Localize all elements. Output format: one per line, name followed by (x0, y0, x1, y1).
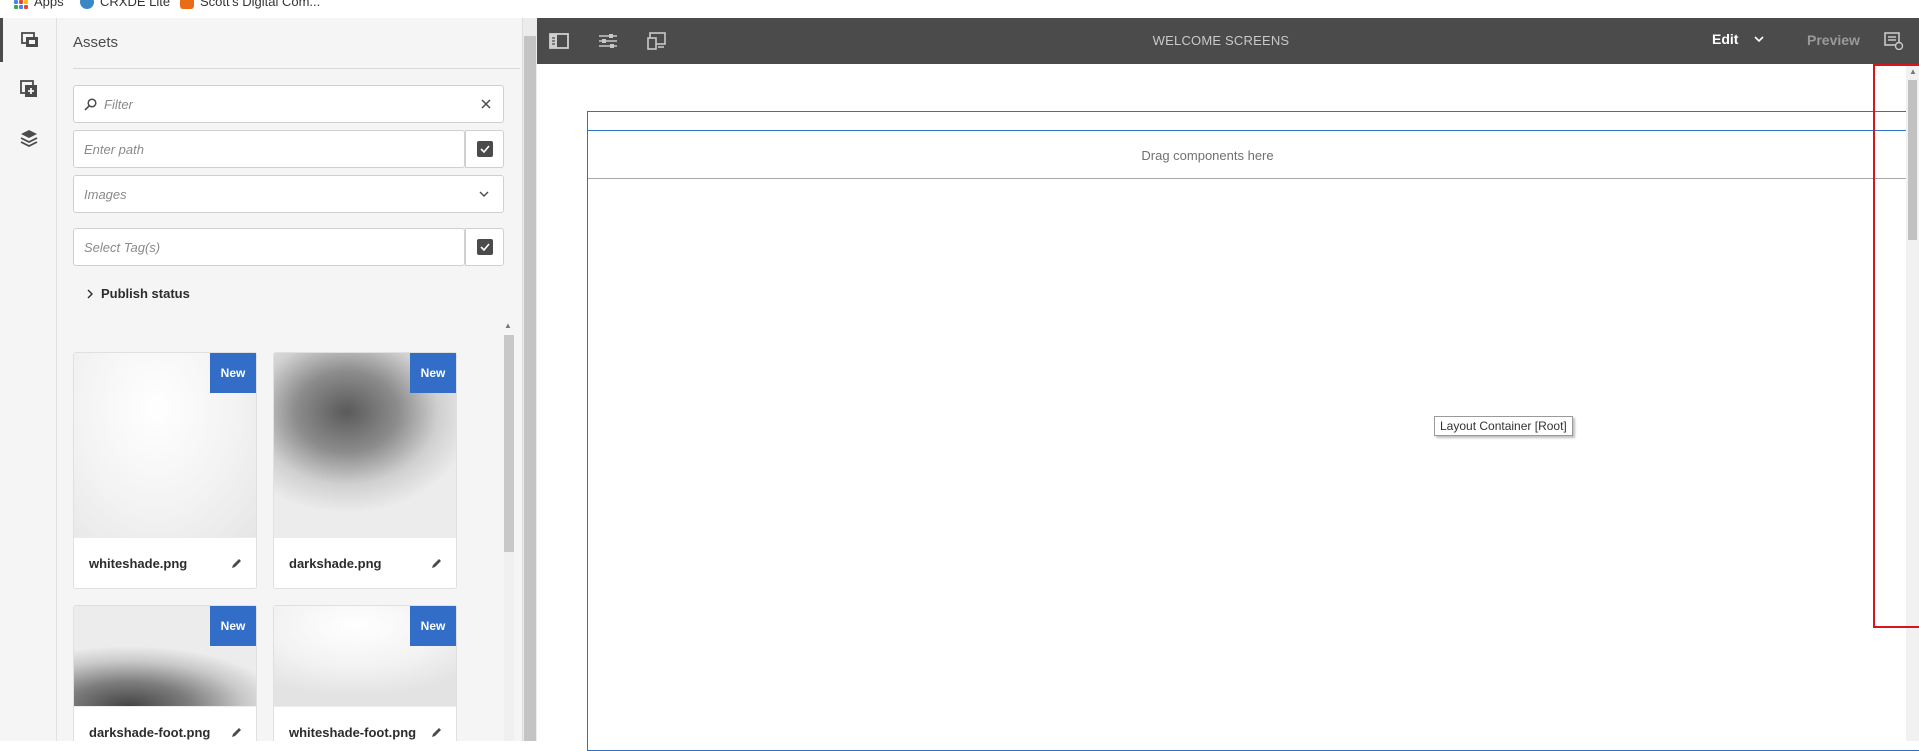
mode-label: Edit (1712, 31, 1739, 47)
side-panel-icon (549, 33, 569, 49)
asset-card-list: New whiteshade.png New darkshade.png New (73, 318, 493, 741)
path-browse-button[interactable] (465, 130, 504, 168)
chevron-down-icon (479, 191, 489, 197)
sliders-icon (599, 34, 617, 48)
checkbox-icon (476, 239, 493, 255)
pencil-icon[interactable] (231, 558, 242, 569)
emulator-button[interactable] (645, 30, 669, 52)
preview-button[interactable]: Preview (1807, 32, 1860, 48)
side-rail (0, 18, 57, 741)
page-title: WELCOME SCREENS (1152, 33, 1290, 48)
drop-zone-text: Drag components here (1141, 147, 1274, 163)
canvas-scrollbar[interactable]: ▲ (1906, 64, 1919, 741)
asset-card-footer: darkshade.png (274, 537, 456, 589)
tags-input[interactable] (74, 229, 464, 265)
asset-card[interactable]: New whiteshade-foot.png (273, 605, 457, 741)
page-properties-button[interactable] (596, 30, 620, 52)
asset-name: whiteshade-foot.png (289, 725, 417, 740)
layout-container-header[interactable] (587, 111, 1919, 131)
search-icon (84, 98, 97, 111)
layout-container-tooltip: Layout Container [Root] (1434, 416, 1573, 436)
asset-list-scrollbar[interactable]: ▲ (501, 321, 515, 741)
asset-card-footer: whiteshade-foot.png (274, 706, 456, 741)
annotation-icon (1884, 32, 1904, 50)
path-field (73, 130, 465, 168)
apps-grid-icon (14, 0, 28, 9)
filter-field (73, 85, 504, 123)
new-badge: New (210, 606, 256, 646)
chevron-right-icon (87, 289, 93, 298)
panel-divider (73, 68, 520, 69)
pencil-icon[interactable] (231, 727, 242, 738)
asset-card-footer: darkshade-foot.png (74, 706, 256, 741)
panel-title: Assets (73, 34, 119, 51)
checkbox-icon (476, 141, 493, 157)
rail-content-tree-button[interactable] (0, 116, 57, 160)
asset-name: darkshade-foot.png (89, 725, 211, 740)
asset-name: darkshade.png (289, 556, 382, 571)
clear-icon[interactable] (481, 99, 491, 109)
bookmark-crxde[interactable]: CRXDE Lite (80, 0, 170, 9)
new-badge: New (410, 353, 456, 393)
chevron-down-icon (1754, 36, 1765, 42)
panel-splitter[interactable] (522, 18, 537, 741)
filter-input[interactable] (74, 86, 503, 122)
tags-field (73, 228, 465, 266)
asset-card[interactable]: New darkshade-foot.png (73, 605, 257, 741)
new-badge: New (210, 353, 256, 393)
asset-type-value: Images (84, 186, 127, 202)
asset-card[interactable]: New whiteshade.png (73, 352, 257, 589)
scroll-thumb[interactable] (1908, 80, 1917, 240)
content-tree-icon (20, 130, 37, 147)
editor-canvas: Drag components here Layout Container [R… (537, 64, 1919, 751)
annotations-button[interactable] (1884, 30, 1904, 52)
scroll-up-icon[interactable]: ▲ (504, 321, 512, 330)
layout-container-outline[interactable] (587, 111, 1919, 751)
crxde-icon (80, 0, 94, 9)
path-input[interactable] (74, 131, 464, 167)
publish-status-toggle[interactable]: Publish status (87, 286, 190, 301)
toggle-side-panel-button[interactable] (547, 30, 571, 52)
assets-icon (21, 32, 38, 47)
bookmark-apps-label: Apps (34, 0, 64, 9)
scroll-up-icon[interactable]: ▲ (1909, 67, 1917, 76)
scroll-thumb[interactable] (504, 335, 514, 552)
bookmarks-bar: Apps CRXDE Lite Scott's Digital Com... (0, 0, 1919, 18)
devices-icon (647, 32, 666, 50)
pencil-icon[interactable] (431, 727, 442, 738)
mode-selector[interactable]: Edit (1712, 31, 1765, 47)
editor-toolbar: WELCOME SCREENS Edit Preview (537, 18, 1919, 64)
asset-card-footer: whiteshade.png (74, 537, 256, 589)
components-icon (19, 80, 37, 97)
bookmark-scott[interactable]: Scott's Digital Com... (180, 0, 320, 9)
blogger-icon (180, 0, 194, 9)
pencil-icon[interactable] (431, 558, 442, 569)
bookmark-apps[interactable]: Apps (14, 0, 64, 9)
component-drop-zone[interactable]: Drag components here (588, 132, 1919, 179)
asset-name: whiteshade.png (89, 556, 188, 571)
rail-assets-button[interactable] (0, 18, 57, 62)
publish-status-label: Publish status (101, 286, 190, 301)
rail-components-button[interactable] (0, 67, 57, 111)
asset-card[interactable]: New darkshade.png (273, 352, 457, 589)
bookmark-crxde-label: CRXDE Lite (100, 0, 171, 9)
splitter-handle[interactable] (524, 36, 536, 741)
new-badge: New (410, 606, 456, 646)
asset-type-select[interactable]: Images (73, 175, 504, 213)
assets-panel: Assets Images Publish (57, 18, 522, 741)
bookmark-scott-label: Scott's Digital Com... (200, 0, 321, 9)
tags-picker-button[interactable] (465, 228, 504, 266)
